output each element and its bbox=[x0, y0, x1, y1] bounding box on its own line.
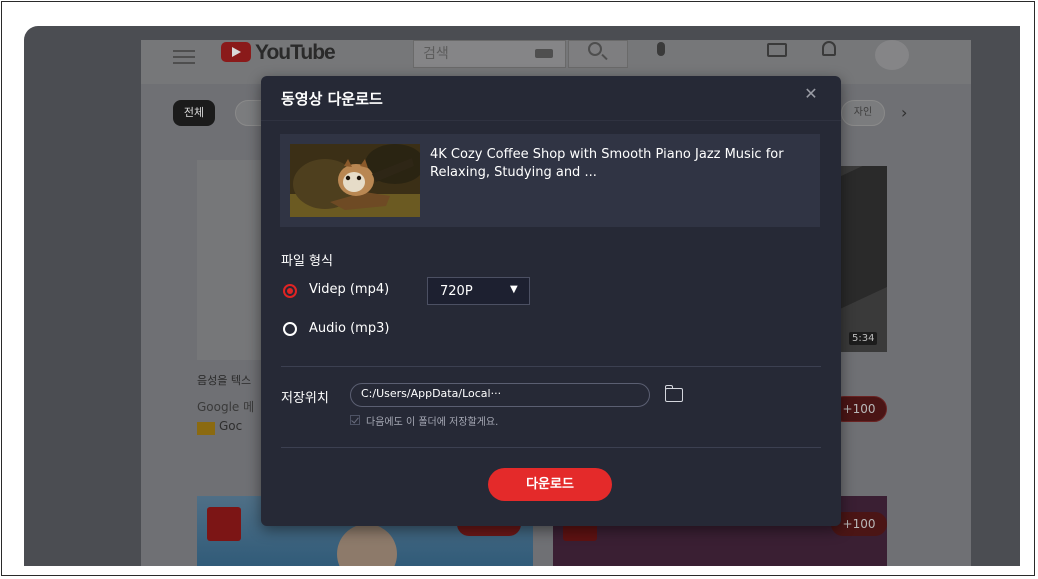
divider bbox=[261, 120, 841, 121]
keyboard-icon[interactable] bbox=[535, 49, 553, 58]
audio-mp3-label[interactable]: Audio (mp3) bbox=[309, 321, 389, 336]
bell-icon[interactable] bbox=[822, 41, 836, 56]
save-location-label: 저장위치 bbox=[281, 391, 329, 406]
video-thumbnail bbox=[290, 144, 420, 217]
menu-icon[interactable] bbox=[173, 50, 195, 64]
download-dialog: 동영상 다운로드 ✕ 4K Cozy Coffee Shop with Smoo… bbox=[261, 76, 841, 526]
download-overlay-icon[interactable] bbox=[207, 507, 241, 541]
video-duration-badge: 5:34 bbox=[849, 332, 878, 345]
video-card: 4K Cozy Coffee Shop with Smooth Piano Ja… bbox=[280, 134, 820, 227]
audio-mp3-radio[interactable] bbox=[283, 322, 297, 336]
search-icon bbox=[588, 42, 602, 56]
video-mp4-radio[interactable] bbox=[283, 284, 297, 298]
browser-side-shade bbox=[971, 40, 1020, 566]
chip-category-right[interactable]: 자인 bbox=[841, 100, 885, 126]
ad-channel[interactable]: Goc bbox=[219, 419, 242, 433]
remember-folder-checkbox[interactable] bbox=[350, 415, 360, 425]
avatar[interactable] bbox=[875, 40, 909, 70]
screenshot-frame: YouTube 검색 전체 자인 › 5:34 음성을 텍스 Google 메 … bbox=[1, 1, 1035, 576]
youtube-logo-text[interactable]: YouTube bbox=[255, 41, 336, 65]
chevron-right-icon[interactable]: › bbox=[901, 100, 907, 126]
folder-icon[interactable] bbox=[664, 385, 683, 402]
create-video-icon[interactable] bbox=[767, 43, 787, 57]
thumbnail-person bbox=[337, 524, 397, 566]
video-title[interactable]: 음성을 텍스 bbox=[197, 372, 251, 388]
video-mp4-label[interactable]: Videp (mp4) bbox=[309, 282, 389, 297]
video-channel[interactable]: Google 메 bbox=[197, 398, 254, 415]
chip-all[interactable]: 전체 bbox=[173, 100, 215, 126]
ad-badge bbox=[197, 422, 215, 435]
divider bbox=[281, 366, 821, 367]
save-path-value: C:/Users/AppData/Local··· bbox=[361, 387, 502, 400]
microphone-icon[interactable] bbox=[657, 42, 665, 56]
remember-folder-label[interactable]: 다음에도 이 폴더에 저장할게요. bbox=[366, 413, 498, 428]
close-icon[interactable]: ✕ bbox=[801, 84, 821, 104]
quality-select[interactable]: 720P ▼ bbox=[427, 277, 530, 305]
youtube-logo-icon[interactable] bbox=[221, 42, 251, 62]
quality-value: 720P bbox=[440, 284, 473, 299]
file-format-label: 파일 형식 bbox=[281, 254, 333, 269]
divider bbox=[281, 447, 821, 448]
video-title: 4K Cozy Coffee Shop with Smooth Piano Ja… bbox=[430, 147, 784, 180]
caret-down-icon: ▼ bbox=[510, 284, 518, 295]
download-button[interactable]: 다운로드 bbox=[488, 468, 612, 501]
search-placeholder: 검색 bbox=[423, 46, 449, 62]
dialog-title: 동영상 다운로드 bbox=[281, 90, 383, 108]
